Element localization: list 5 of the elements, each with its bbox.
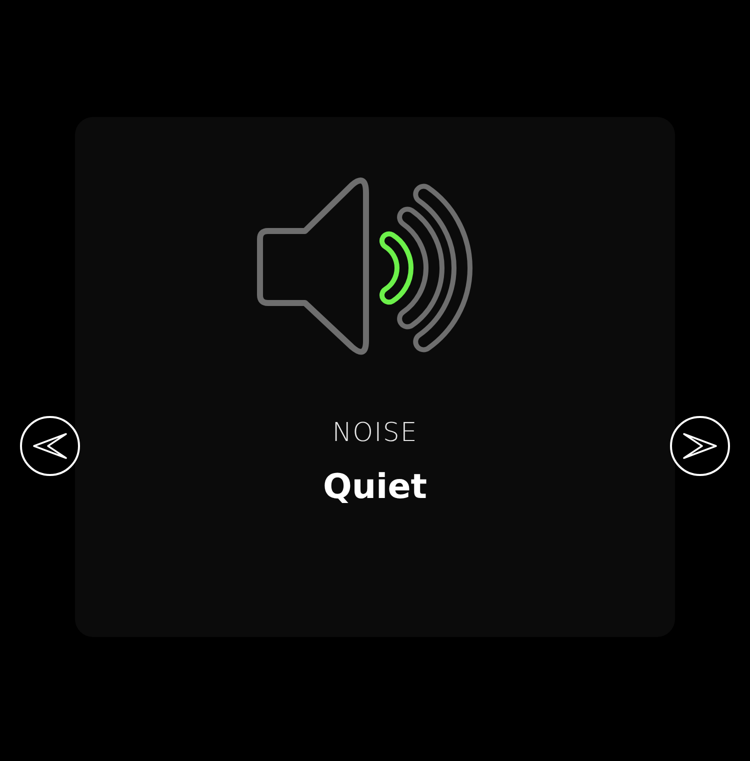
chevron-right-icon xyxy=(683,433,717,459)
card-value: Quiet xyxy=(322,466,428,506)
card-label: NOISE xyxy=(332,416,418,448)
speaker-icon xyxy=(257,177,369,354)
chevron-left-icon xyxy=(33,433,67,459)
